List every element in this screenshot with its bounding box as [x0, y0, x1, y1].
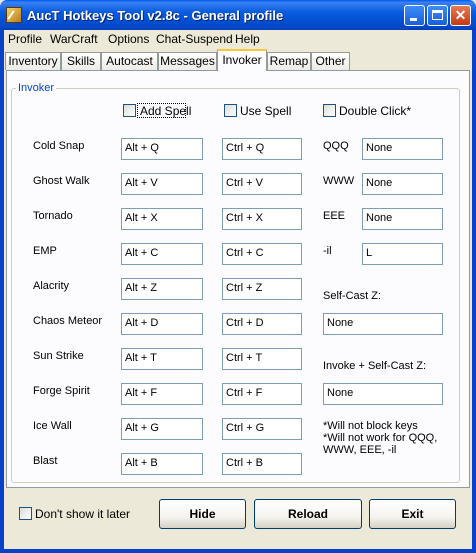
window-title: AucT Hotkeys Tool v2.8c - General profil…: [27, 8, 284, 23]
minimize-button[interactable]: [404, 5, 425, 26]
sun-strike-alt-hotkey-field[interactable]: Alt + T: [121, 348, 203, 370]
il-hotkey-field[interactable]: L: [362, 243, 443, 265]
il-label: -il: [323, 245, 332, 257]
double-click-checkbox[interactable]: [323, 104, 336, 117]
blast-alt-hotkey-field[interactable]: Alt + B: [121, 453, 203, 475]
self-cast-hotkey-field[interactable]: None: [323, 313, 443, 335]
chaos-meteor-ctrl-hotkey-field[interactable]: Ctrl + D: [222, 313, 302, 335]
tab-autocast[interactable]: Autocast: [101, 52, 158, 70]
spell-label-chaos-meteor: Chaos Meteor: [33, 315, 103, 327]
ghost-walk-ctrl-hotkey-field[interactable]: Ctrl + V: [222, 173, 302, 195]
double-click-label: Double Click*: [339, 104, 412, 118]
menu-profile[interactable]: Profile: [8, 32, 42, 46]
spell-label-tornado: Tornado: [33, 210, 73, 222]
menu-help[interactable]: Help: [235, 32, 260, 46]
www-hotkey-field[interactable]: None: [362, 173, 443, 195]
window-frame-left: [0, 30, 4, 553]
menu-bar: Profile WarCraft Options Chat-Suspend He…: [4, 30, 472, 48]
ghost-walk-alt-hotkey-field[interactable]: Alt + V: [121, 173, 203, 195]
spell-label-blast: Blast: [33, 455, 58, 467]
dont-show-label: Don't show it later: [35, 507, 130, 521]
self-cast-label: Self-Cast Z:: [323, 290, 382, 302]
spell-label-cold-snap: Cold Snap: [33, 140, 85, 152]
cold-snap-ctrl-hotkey-field[interactable]: Ctrl + Q: [222, 138, 302, 160]
eee-label: EEE: [323, 210, 346, 222]
menu-chat-suspend[interactable]: Chat-Suspend: [156, 32, 233, 46]
spell-label-sun-strike: Sun Strike: [33, 350, 84, 362]
menu-options[interactable]: Options: [108, 32, 149, 46]
emp-ctrl-hotkey-field[interactable]: Ctrl + C: [222, 243, 302, 265]
tab-invoker[interactable]: Invoker: [217, 49, 267, 71]
spell-label-ghost-walk: Ghost Walk: [33, 175, 90, 187]
add-spell-label: Add Spell: [140, 104, 192, 118]
maximize-button[interactable]: [427, 5, 448, 26]
title-bar[interactable]: AucT Hotkeys Tool v2.8c - General profil…: [0, 0, 476, 30]
sun-strike-ctrl-hotkey-field[interactable]: Ctrl + T: [222, 348, 302, 370]
maximize-icon: [432, 10, 443, 20]
reload-button[interactable]: Reload: [254, 499, 362, 529]
add-spell-checkbox[interactable]: [123, 104, 136, 117]
app-icon: [6, 7, 22, 23]
window-frame-bottom: [0, 549, 476, 553]
tab-messages[interactable]: Messages: [158, 52, 217, 70]
minimize-icon: [410, 18, 417, 21]
close-icon: ✕: [454, 7, 467, 23]
invoke-self-cast-label: Invoke + Self-Cast Z:: [323, 360, 427, 372]
spell-label-alacrity: Alacrity: [33, 280, 70, 292]
dont-show-checkbox[interactable]: [19, 507, 32, 520]
window-frame-right: [472, 30, 476, 553]
emp-alt-hotkey-field[interactable]: Alt + C: [121, 243, 203, 265]
tab-other[interactable]: Other: [311, 52, 350, 70]
ice-wall-alt-hotkey-field[interactable]: Alt + G: [121, 418, 203, 440]
eee-hotkey-field[interactable]: None: [362, 208, 443, 230]
blast-ctrl-hotkey-field[interactable]: Ctrl + B: [222, 453, 302, 475]
qqq-label: QQQ: [323, 140, 349, 152]
exit-button[interactable]: Exit: [369, 499, 456, 529]
use-spell-label: Use Spell: [240, 104, 292, 118]
qqq-hotkey-field[interactable]: None: [362, 138, 443, 160]
hide-button[interactable]: Hide: [159, 499, 246, 529]
alacrity-alt-hotkey-field[interactable]: Alt + Z: [121, 278, 203, 300]
use-spell-checkbox[interactable]: [224, 104, 237, 117]
menu-warcraft[interactable]: WarCraft: [50, 32, 98, 46]
www-label: WWW: [323, 175, 355, 187]
alacrity-ctrl-hotkey-field[interactable]: Ctrl + Z: [222, 278, 302, 300]
close-button[interactable]: ✕: [450, 5, 471, 26]
forge-spirit-ctrl-hotkey-field[interactable]: Ctrl + F: [222, 383, 302, 405]
cold-snap-alt-hotkey-field[interactable]: Alt + Q: [121, 138, 203, 160]
tornado-alt-hotkey-field[interactable]: Alt + X: [121, 208, 203, 230]
chaos-meteor-alt-hotkey-field[interactable]: Alt + D: [121, 313, 203, 335]
spell-label-forge-spirit: Forge Spirit: [33, 385, 90, 397]
ice-wall-ctrl-hotkey-field[interactable]: Ctrl + G: [222, 418, 302, 440]
spell-label-ice-wall: Ice Wall: [33, 420, 72, 432]
footnote-text: *Will not block keys *Will not work for …: [323, 420, 438, 456]
invoker-group-title: Invoker: [16, 82, 57, 94]
tab-inventory[interactable]: Inventory: [5, 52, 61, 70]
tab-remap[interactable]: Remap: [267, 52, 311, 70]
tab-strip: Inventory Skills Autocast Messages Invok…: [4, 49, 472, 71]
tab-skills[interactable]: Skills: [61, 52, 101, 70]
spell-label-emp: EMP: [33, 245, 57, 257]
forge-spirit-alt-hotkey-field[interactable]: Alt + F: [121, 383, 203, 405]
invoke-self-cast-hotkey-field[interactable]: None: [323, 383, 443, 405]
tornado-ctrl-hotkey-field[interactable]: Ctrl + X: [222, 208, 302, 230]
